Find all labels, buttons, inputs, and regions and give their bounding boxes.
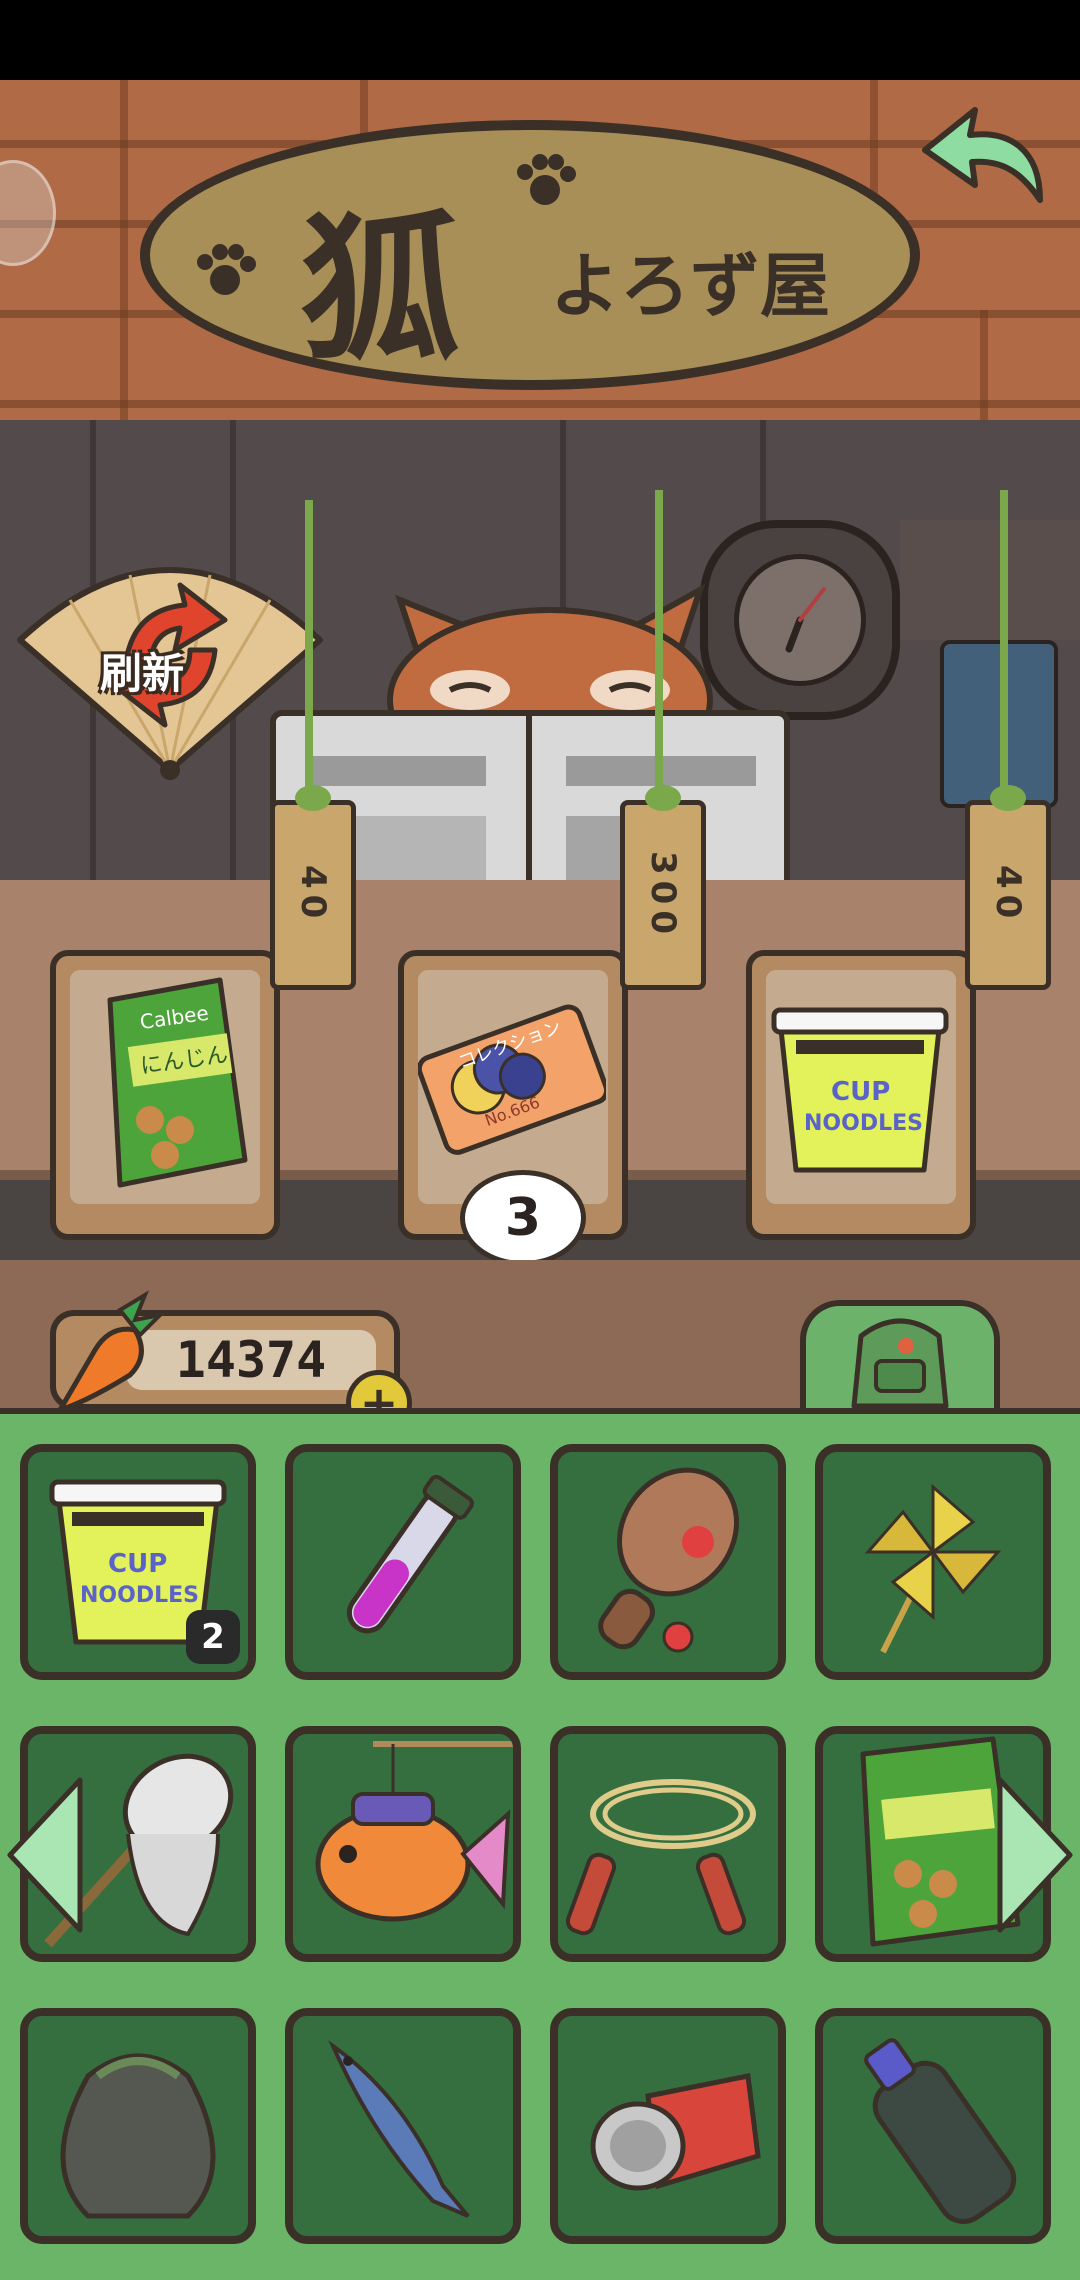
noodle-label-2: NOODLES (80, 1583, 199, 1608)
next-page-arrow[interactable] (990, 1770, 1080, 1940)
inventory-slot-crushed-can[interactable] (550, 2008, 786, 2244)
noodle-label-1: CUP (831, 1077, 890, 1107)
carrot-snack-bag-icon: Calbee にんじん (107, 977, 248, 1188)
wall-clock-icon (700, 520, 900, 720)
shop-sign: 狐 よろず屋 (140, 120, 920, 390)
inventory-slot-paddle-ball[interactable] (550, 1444, 786, 1680)
price-tag-3: 40 (965, 785, 1051, 990)
item-count-badge: 2 (186, 1610, 240, 1664)
noodle-label-2: NOODLES (804, 1111, 923, 1136)
carrot-icon (57, 1290, 167, 1413)
inventory-panel: CUP NOODLES 2 (0, 1408, 1080, 2280)
back-arrow-icon[interactable] (920, 90, 1060, 210)
sardine-icon (328, 2040, 470, 2218)
price-tag-2: 300 (620, 785, 706, 990)
inventory-slot-sardine[interactable] (285, 2008, 521, 2244)
trash-bag-icon (60, 2053, 216, 2219)
pinwheel-icon (864, 1483, 1002, 1654)
inventory-slot-trash-bag[interactable] (20, 2008, 256, 2244)
noodle-label-1: CUP (108, 1549, 167, 1579)
backpack-icon (851, 1318, 949, 1409)
backpack-tab[interactable] (800, 1300, 1000, 1420)
potion-vial-icon (346, 1474, 474, 1634)
jump-rope-icon (565, 1779, 756, 1936)
inventory-slot-jump-rope[interactable] (550, 1726, 786, 1962)
shop-slot-3[interactable]: CUP NOODLES (746, 950, 976, 1240)
inventory-slot-pinwheel[interactable] (815, 1444, 1051, 1680)
cup-noodles-icon: CUP NOODLES (771, 1007, 949, 1173)
paw-print-icon (517, 154, 576, 205)
inventory-slot-plastic-bottle[interactable] (815, 2008, 1051, 2244)
paddle-ball-icon (598, 1467, 739, 1653)
crushed-can-icon (590, 2073, 761, 2191)
sign-main-text: 狐 (300, 195, 461, 383)
inventory-slot-potion-vial[interactable] (285, 1444, 521, 1680)
shop-slot-1[interactable]: Calbee にんじん (50, 950, 280, 1240)
inventory-slot-cup-noodles[interactable]: CUP NOODLES 2 (20, 1444, 256, 1680)
stock-count-bubble: 3 (460, 1170, 586, 1266)
paw-print-icon (197, 244, 256, 295)
status-bar (0, 0, 1080, 80)
goldfish-lantern-icon (315, 1741, 513, 1922)
price-tag-1: 40 (270, 785, 356, 990)
sign-sub-text: よろず屋 (550, 244, 830, 327)
shelf-window (900, 520, 1080, 640)
refresh-label: 刷新 (100, 649, 185, 698)
plastic-bottle-icon (864, 2038, 1017, 2224)
collection-ticket-icon: No.666 コレクション (418, 1004, 606, 1155)
inventory-slot-goldfish-lantern[interactable] (285, 1726, 521, 1962)
jar-icon (940, 640, 1058, 808)
previous-page-arrow[interactable] (0, 1770, 90, 1940)
